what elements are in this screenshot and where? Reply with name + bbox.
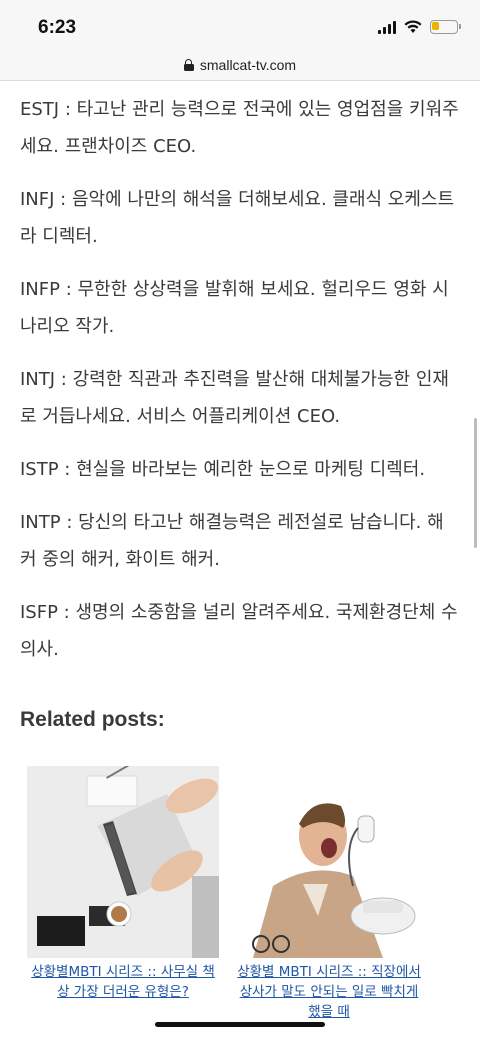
related-post-link[interactable]: 상황별MBTI 시리즈 :: 사무실 책상 가장 더러운 유형은? [27,962,219,1002]
mbti-paragraph-estj: ESTJ : 타고난 관리 능력으로 전국에 있는 영업점을 키워주세요. 프랜… [20,99,459,157]
mbti-paragraph-isfp: ISFP : 생명의 소중함을 널리 알려주세요. 국제환경단체 수의사. [20,602,458,660]
url-text[interactable]: smallcat-tv.com [200,57,296,73]
battery-icon [430,20,461,34]
related-post-card[interactable]: 상황별 MBTI 시리즈 :: 직장에서 상사가 말도 안되는 일로 빡치게 했… [233,766,425,1022]
scrollbar[interactable] [474,418,477,548]
related-post-thumbnail[interactable] [233,766,425,958]
lock-icon [183,59,194,71]
wifi-icon [404,20,422,33]
laptop-desk-image [27,766,219,958]
related-post-link[interactable]: 상황별 MBTI 시리즈 :: 직장에서 상사가 말도 안되는 일로 빡치게 했… [233,962,425,1022]
article-content: ESTJ : 타고난 관리 능력으로 전국에 있는 영업점을 키워주세요. 프랜… [20,91,460,684]
related-post-thumbnail[interactable] [27,766,219,958]
mbti-paragraph-intp: INTP : 당신의 타고난 해결능력은 레전설로 남습니다. 해커 중의 해커… [20,512,444,570]
mbti-paragraph-infp: INFP : 무한한 상상력을 발휘해 보세요. 헐리우드 영화 시나리오 작가… [20,279,449,337]
status-bar: 6:23 [0,0,480,50]
mbti-paragraph-intj: INTJ : 강력한 직관과 추진력을 발산해 대체불가능한 인재로 거듭나세요… [20,369,449,427]
cellular-signal-icon [378,20,396,34]
related-post-card[interactable]: 상황별MBTI 시리즈 :: 사무실 책상 가장 더러운 유형은? [27,766,219,1002]
related-posts-heading: Related posts: [20,708,165,731]
man-shouting-phone-image [233,766,425,958]
status-time: 6:23 [38,17,77,38]
mbti-paragraph-infj: INFJ : 음악에 나만의 해석을 더해보세요. 클래식 오케스트라 디렉터. [20,189,455,247]
mbti-paragraph-istp: ISTP : 현실을 바라보는 예리한 눈으로 마케팅 디렉터. [20,459,426,480]
home-indicator[interactable] [155,1022,325,1027]
url-bar[interactable]: smallcat-tv.com [0,50,480,81]
status-icons [378,20,461,34]
